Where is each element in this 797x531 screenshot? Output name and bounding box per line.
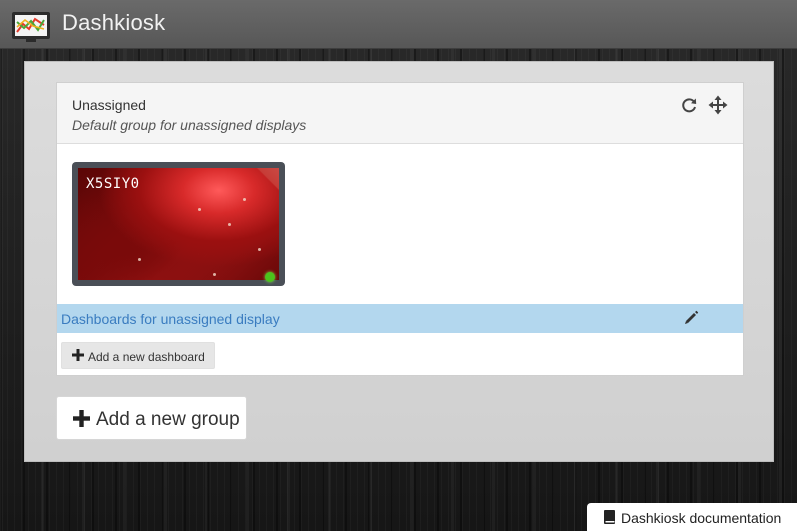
move-icon[interactable] (708, 95, 728, 115)
dashboards-header-label[interactable]: Dashboards for unassigned display (61, 311, 280, 327)
display-name: X5SIY0 (86, 176, 140, 192)
add-group-button[interactable]: Add a new group (56, 396, 247, 440)
refresh-icon[interactable] (679, 95, 699, 115)
book-icon (603, 510, 616, 524)
documentation-link-label: Dashkiosk documentation (621, 510, 782, 526)
top-bar: Dashkiosk (0, 0, 797, 49)
display-preview: X5SIY0 (78, 168, 279, 280)
add-group-label: Add a new group (96, 409, 240, 430)
dashboards-header: Dashboards for unassigned display (57, 304, 743, 333)
app-title: Dashkiosk (62, 10, 166, 35)
group-description[interactable]: Default group for unassigned displays (72, 117, 306, 133)
group-header: Unassigned Default group for unassigned … (57, 83, 743, 144)
group-card: Unassigned Default group for unassigned … (56, 82, 744, 376)
display-tile[interactable]: X5SIY0 (72, 162, 285, 286)
add-dashboard-label: Add a new dashboard (88, 350, 205, 364)
pencil-icon[interactable] (683, 310, 699, 326)
plus-icon (73, 410, 90, 427)
documentation-link[interactable]: Dashkiosk documentation (587, 503, 797, 531)
add-dashboard-button[interactable]: Add a new dashboard (61, 342, 215, 369)
display-status-indicator (265, 272, 275, 282)
groups-panel: Unassigned Default group for unassigned … (24, 61, 774, 462)
monitor-chart-icon[interactable] (11, 10, 51, 44)
plus-icon (72, 349, 84, 361)
group-title[interactable]: Unassigned (72, 97, 146, 113)
